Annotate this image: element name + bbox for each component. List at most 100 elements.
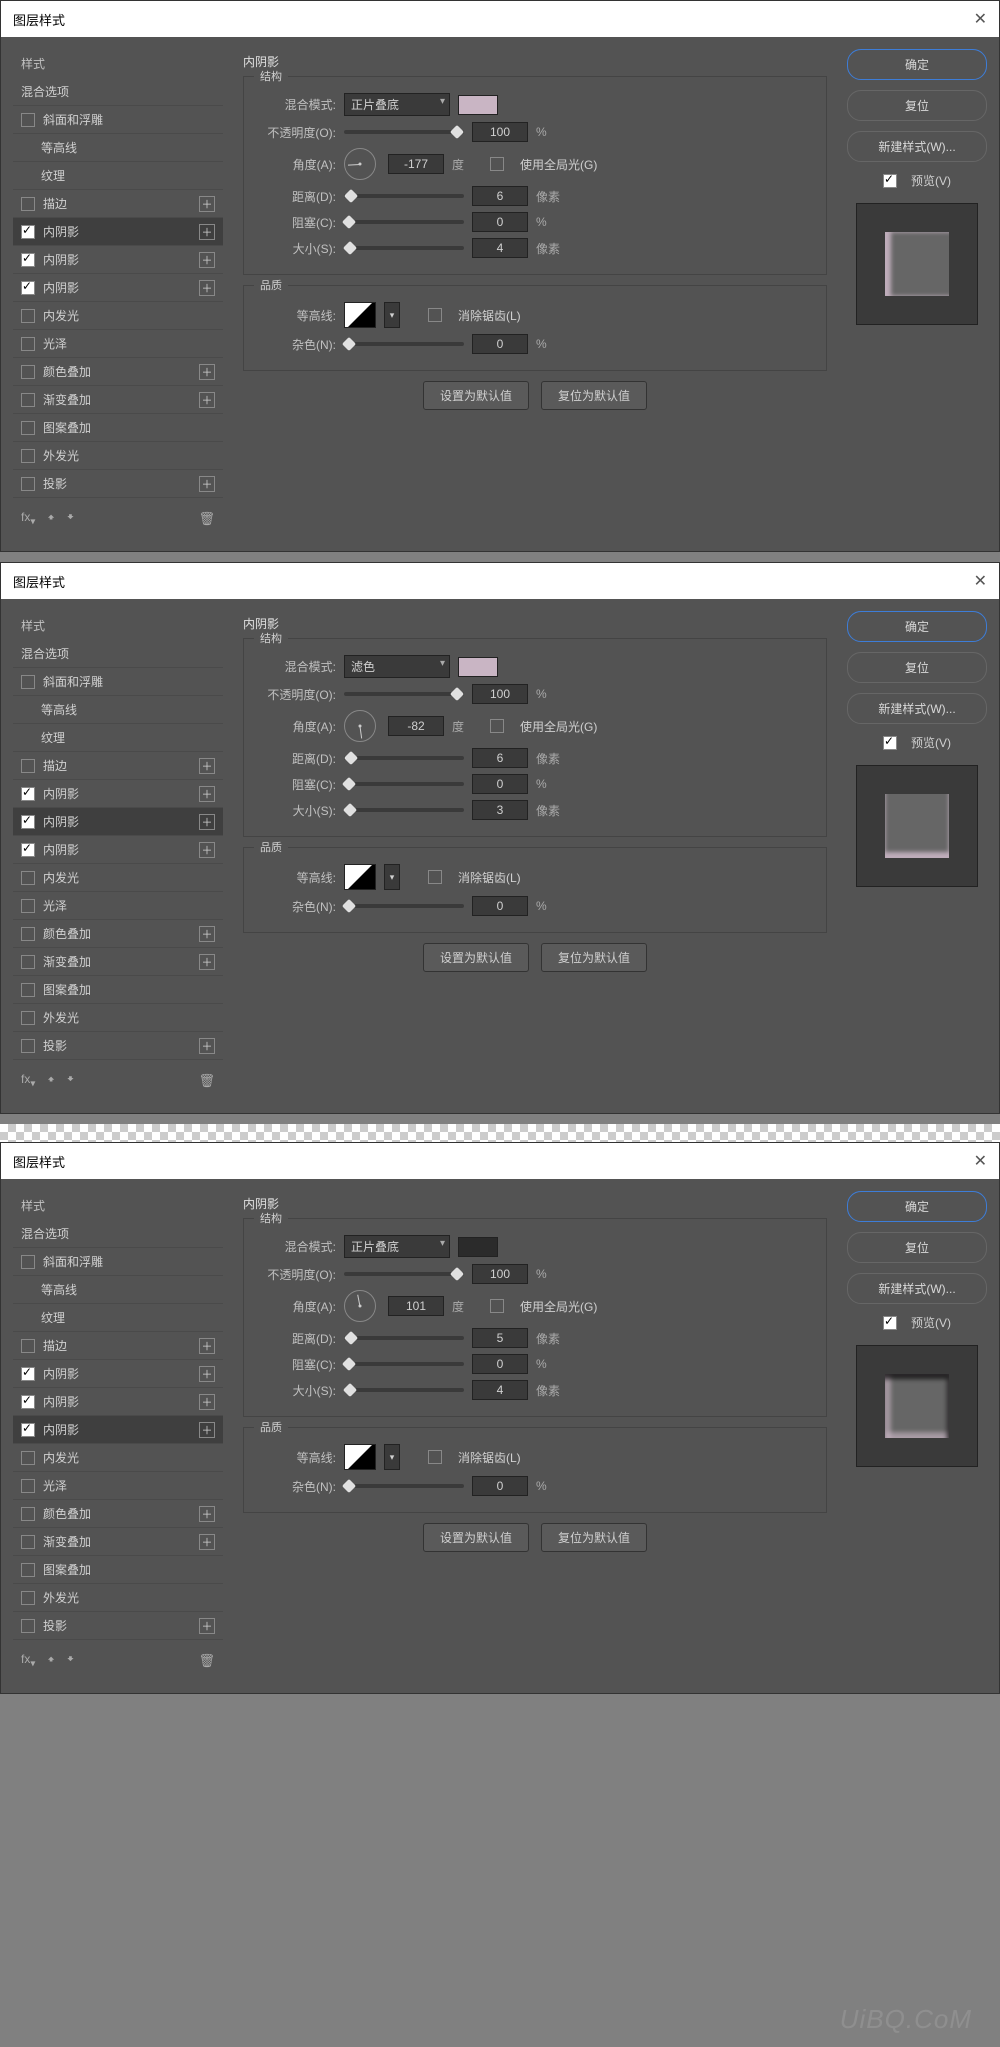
effect-checkbox[interactable] <box>21 983 35 997</box>
color-swatch[interactable] <box>458 657 498 677</box>
add-effect-icon[interactable]: ＋ <box>199 392 215 408</box>
effect-row[interactable]: 纹理 <box>13 724 223 752</box>
effect-row[interactable]: 内阴影 ＋ <box>13 836 223 864</box>
move-down-icon[interactable]: 🠻 <box>67 508 74 529</box>
antialias-checkbox[interactable] <box>428 1450 442 1464</box>
add-effect-icon[interactable]: ＋ <box>199 1038 215 1054</box>
effect-checkbox[interactable] <box>21 281 35 295</box>
effect-row[interactable]: 渐变叠加 ＋ <box>13 1528 223 1556</box>
angle-dial[interactable] <box>344 148 376 180</box>
styles-header[interactable]: 样式 <box>13 1191 223 1220</box>
effect-row[interactable]: 纹理 <box>13 162 223 190</box>
add-effect-icon[interactable]: ＋ <box>199 280 215 296</box>
add-effect-icon[interactable]: ＋ <box>199 758 215 774</box>
slider[interactable] <box>344 342 464 346</box>
effect-checkbox[interactable] <box>21 787 35 801</box>
effect-row[interactable]: 内发光 <box>13 864 223 892</box>
trash-icon[interactable]: 🗑 <box>198 511 215 527</box>
chevron-down-icon[interactable]: ▾ <box>384 302 400 328</box>
slider[interactable] <box>344 1272 464 1276</box>
set-default-button[interactable]: 设置为默认值 <box>423 1523 529 1552</box>
add-effect-icon[interactable]: ＋ <box>199 252 215 268</box>
angle-input[interactable]: -177 <box>388 154 444 174</box>
preview-checkbox[interactable] <box>883 174 897 188</box>
effect-checkbox[interactable] <box>21 449 35 463</box>
styles-header[interactable]: 样式 <box>13 611 223 640</box>
angle-dial[interactable] <box>344 710 376 742</box>
slider[interactable] <box>344 130 464 134</box>
cancel-button[interactable]: 复位 <box>847 652 987 683</box>
blending-options[interactable]: 混合选项 <box>13 640 223 668</box>
slider[interactable] <box>344 1388 464 1392</box>
effect-row[interactable]: 描边 ＋ <box>13 190 223 218</box>
add-effect-icon[interactable]: ＋ <box>199 842 215 858</box>
reset-default-button[interactable]: 复位为默认值 <box>541 1523 647 1552</box>
effect-row[interactable]: 斜面和浮雕 <box>13 106 223 134</box>
value-input[interactable]: 0 <box>472 774 528 794</box>
effect-row[interactable]: 斜面和浮雕 <box>13 1248 223 1276</box>
ok-button[interactable]: 确定 <box>847 49 987 80</box>
blending-options[interactable]: 混合选项 <box>13 1220 223 1248</box>
move-up-icon[interactable]: 🠹 <box>47 508 54 529</box>
effect-row[interactable]: 内阴影 ＋ <box>13 1416 223 1444</box>
effect-row[interactable]: 描边 ＋ <box>13 1332 223 1360</box>
effect-row[interactable]: 投影 ＋ <box>13 1612 223 1640</box>
close-icon[interactable]: ✕ <box>974 1151 987 1171</box>
effect-checkbox[interactable] <box>21 1507 35 1521</box>
value-input[interactable]: 0 <box>472 1476 528 1496</box>
new-style-button[interactable]: 新建样式(W)... <box>847 131 987 162</box>
blend-mode-select[interactable]: 滤色 <box>344 655 450 678</box>
effect-checkbox[interactable] <box>21 927 35 941</box>
add-effect-icon[interactable]: ＋ <box>199 1618 215 1634</box>
slider[interactable] <box>344 904 464 908</box>
chevron-down-icon[interactable]: ▾ <box>384 1444 400 1470</box>
effect-checkbox[interactable] <box>21 113 35 127</box>
effect-checkbox[interactable] <box>21 253 35 267</box>
value-input[interactable]: 3 <box>472 800 528 820</box>
fx-icon[interactable]: fx▾ <box>21 510 35 527</box>
reset-default-button[interactable]: 复位为默认值 <box>541 943 647 972</box>
effect-row[interactable]: 内阴影 ＋ <box>13 780 223 808</box>
preview-checkbox[interactable] <box>883 736 897 750</box>
effect-checkbox[interactable] <box>21 843 35 857</box>
add-effect-icon[interactable]: ＋ <box>199 786 215 802</box>
effect-checkbox[interactable] <box>21 197 35 211</box>
effect-checkbox[interactable] <box>21 1255 35 1269</box>
effect-checkbox[interactable] <box>21 759 35 773</box>
effect-row[interactable]: 内阴影 ＋ <box>13 808 223 836</box>
effect-checkbox[interactable] <box>21 871 35 885</box>
effect-checkbox[interactable] <box>21 393 35 407</box>
blending-options[interactable]: 混合选项 <box>13 78 223 106</box>
new-style-button[interactable]: 新建样式(W)... <box>847 693 987 724</box>
antialias-checkbox[interactable] <box>428 308 442 322</box>
value-input[interactable]: 6 <box>472 186 528 206</box>
effect-row[interactable]: 纹理 <box>13 1304 223 1332</box>
blend-mode-select[interactable]: 正片叠底 <box>344 93 450 116</box>
effect-checkbox[interactable] <box>21 337 35 351</box>
effect-row[interactable]: 投影 ＋ <box>13 1032 223 1060</box>
new-style-button[interactable]: 新建样式(W)... <box>847 1273 987 1304</box>
effect-row[interactable]: 内阴影 ＋ <box>13 246 223 274</box>
effect-row[interactable]: 颜色叠加 ＋ <box>13 920 223 948</box>
value-input[interactable]: 100 <box>472 684 528 704</box>
effect-checkbox[interactable] <box>21 1395 35 1409</box>
effect-row[interactable]: 外发光 <box>13 1004 223 1032</box>
set-default-button[interactable]: 设置为默认值 <box>423 943 529 972</box>
effect-row[interactable]: 颜色叠加 ＋ <box>13 1500 223 1528</box>
value-input[interactable]: 4 <box>472 1380 528 1400</box>
effect-row[interactable]: 等高线 <box>13 134 223 162</box>
cancel-button[interactable]: 复位 <box>847 90 987 121</box>
slider[interactable] <box>344 1484 464 1488</box>
effect-checkbox[interactable] <box>21 421 35 435</box>
add-effect-icon[interactable]: ＋ <box>199 814 215 830</box>
trash-icon[interactable]: 🗑 <box>198 1653 215 1669</box>
trash-icon[interactable]: 🗑 <box>198 1073 215 1089</box>
antialias-checkbox[interactable] <box>428 870 442 884</box>
add-effect-icon[interactable]: ＋ <box>199 1534 215 1550</box>
effect-row[interactable]: 等高线 <box>13 1276 223 1304</box>
slider[interactable] <box>344 220 464 224</box>
angle-dial[interactable] <box>344 1290 376 1322</box>
effect-row[interactable]: 光泽 <box>13 1472 223 1500</box>
add-effect-icon[interactable]: ＋ <box>199 476 215 492</box>
blend-mode-select[interactable]: 正片叠底 <box>344 1235 450 1258</box>
